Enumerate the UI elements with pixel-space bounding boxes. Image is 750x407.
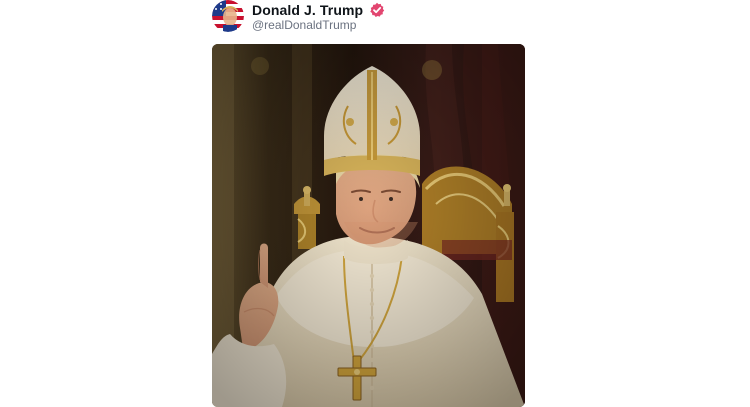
display-name[interactable]: Donald J. Trump (252, 2, 363, 18)
post-image[interactable] (212, 44, 525, 407)
avatar[interactable] (212, 0, 244, 32)
handle[interactable]: @realDonaldTrump (252, 18, 356, 32)
verified-check-icon (369, 2, 385, 18)
avatar-flag-portrait-icon (212, 0, 244, 32)
post-header: Donald J. Trump @realDonaldTrump (212, 0, 542, 40)
name-row: Donald J. Trump (252, 2, 385, 18)
pope-portrait-image-icon (212, 44, 525, 407)
